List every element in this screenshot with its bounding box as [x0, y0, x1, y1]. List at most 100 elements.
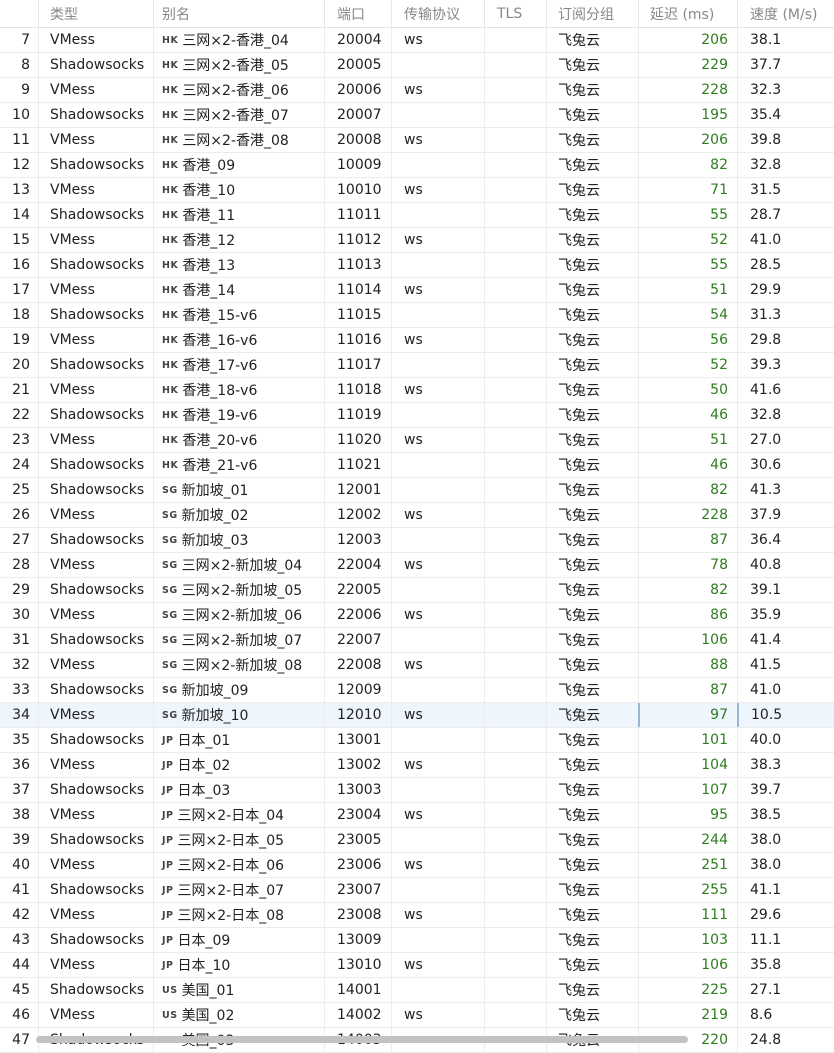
table-row[interactable]: 43 Shadowsocks JP 日本_09 13009 飞兔云 103 11.1 — [0, 928, 834, 953]
table-row[interactable]: 24 Shadowsocks HK 香港_21-v6 11021 飞兔云 46 30.6 — [0, 453, 834, 478]
region-flag-icon: JP — [162, 959, 174, 971]
table-row[interactable]: 22 Shadowsocks HK 香港_19-v6 11019 飞兔云 46 32.8 — [0, 403, 834, 428]
region-flag-icon: SG — [162, 659, 178, 671]
table-row[interactable]: 37 Shadowsocks JP 日本_03 13003 飞兔云 107 39.7 — [0, 778, 834, 803]
table-row[interactable]: 35 Shadowsocks JP 日本_01 13001 飞兔云 101 40.0 — [0, 728, 834, 753]
row-port: 11013 — [324, 253, 391, 277]
table-row[interactable]: 28 VMess SG 三网×2-新加坡_04 22004 ws 飞兔云 78 40.8 — [0, 553, 834, 578]
region-flag-icon: HK — [162, 59, 179, 71]
table-body: 7 VMess HK 三网×2-香港_04 20004 ws 飞兔云 206 38.1 8 Shad… — [0, 28, 834, 1053]
row-name-text: 香港_19-v6 — [182, 408, 258, 424]
table-row[interactable]: 21 VMess HK 香港_18-v6 11018 ws 飞兔云 50 41.6 — [0, 378, 834, 403]
row-network — [391, 453, 484, 477]
table-row[interactable]: 20 Shadowsocks HK 香港_17-v6 11017 飞兔云 52 39.3 — [0, 353, 834, 378]
table-row[interactable]: 7 VMess HK 三网×2-香港_04 20004 ws 飞兔云 206 38.1 — [0, 28, 834, 53]
row-network: ws — [391, 853, 484, 877]
table-row[interactable]: 32 VMess SG 三网×2-新加坡_08 22008 ws 飞兔云 88 41.5 — [0, 653, 834, 678]
row-tls — [484, 753, 546, 777]
col-header-port[interactable]: 端口 — [324, 0, 391, 27]
row-name-text: 三网×2-日本_05 — [177, 833, 285, 849]
horizontal-scrollbar[interactable] — [36, 1036, 688, 1043]
table-row[interactable]: 8 Shadowsocks HK 三网×2-香港_05 20005 飞兔云 229 37.7 — [0, 53, 834, 78]
col-header-index — [0, 0, 38, 27]
row-group: 飞兔云 — [546, 578, 638, 602]
col-header-name[interactable]: 别名 — [153, 0, 324, 27]
table-row[interactable]: 29 Shadowsocks SG 三网×2-新加坡_05 22005 飞兔云 82 39.1 — [0, 578, 834, 603]
table-row[interactable]: 31 Shadowsocks SG 三网×2-新加坡_07 22007 飞兔云 106 41.… — [0, 628, 834, 653]
table-row[interactable]: 26 VMess SG 新加坡_02 12002 ws 飞兔云 228 37.9 — [0, 503, 834, 528]
row-group: 飞兔云 — [546, 353, 638, 377]
row-name-text: 三网×2-香港_06 — [182, 83, 289, 99]
row-speed: 41.1 — [737, 878, 834, 902]
row-port: 11014 — [324, 278, 391, 302]
row-group: 飞兔云 — [546, 953, 638, 977]
table-row[interactable]: 33 Shadowsocks SG 新加坡_09 12009 飞兔云 87 41.0 — [0, 678, 834, 703]
col-header-group[interactable]: 订阅分组 — [546, 0, 638, 27]
table-row[interactable]: 17 VMess HK 香港_14 11014 ws 飞兔云 51 29.9 — [0, 278, 834, 303]
row-name: US 美国_02 — [153, 1003, 324, 1027]
row-latency: 195 — [638, 103, 737, 127]
table-row[interactable]: 15 VMess HK 香港_12 11012 ws 飞兔云 52 41.0 — [0, 228, 834, 253]
row-tls — [484, 478, 546, 502]
row-index: 31 — [12, 632, 30, 648]
row-network — [391, 203, 484, 227]
col-header-network[interactable]: 传输协议 — [391, 0, 484, 27]
table-row[interactable]: 36 VMess JP 日本_02 13002 ws 飞兔云 104 38.3 — [0, 753, 834, 778]
table-row[interactable]: 46 VMess US 美国_02 14002 ws 飞兔云 219 8.6 — [0, 1003, 834, 1028]
row-latency: 206 — [638, 28, 737, 52]
row-port: 11021 — [324, 453, 391, 477]
row-port: 22007 — [324, 628, 391, 652]
row-speed: 28.7 — [737, 203, 834, 227]
row-type: VMess — [38, 228, 153, 252]
region-flag-icon: JP — [162, 784, 174, 796]
table-row[interactable]: 41 Shadowsocks JP 三网×2-日本_07 23007 飞兔云 255 41.1 — [0, 878, 834, 903]
table-row[interactable]: 10 Shadowsocks HK 三网×2-香港_07 20007 飞兔云 195 35.4 — [0, 103, 834, 128]
table-row[interactable]: 25 Shadowsocks SG 新加坡_01 12001 飞兔云 82 41.3 — [0, 478, 834, 503]
table-row[interactable]: 38 VMess JP 三网×2-日本_04 23004 ws 飞兔云 95 38.5 — [0, 803, 834, 828]
table-row[interactable]: 16 Shadowsocks HK 香港_13 11013 飞兔云 55 28.5 — [0, 253, 834, 278]
col-header-type[interactable]: 类型 — [38, 0, 153, 27]
table-row[interactable]: 9 VMess HK 三网×2-香港_06 20006 ws 飞兔云 228 32.3 — [0, 78, 834, 103]
row-tls — [484, 928, 546, 952]
row-port: 14001 — [324, 978, 391, 1002]
row-index: 11 — [12, 132, 30, 148]
row-speed: 39.8 — [737, 128, 834, 152]
col-header-latency[interactable]: 延迟 (ms) — [638, 0, 737, 27]
row-type: Shadowsocks — [38, 353, 153, 377]
table-row[interactable]: 42 VMess JP 三网×2-日本_08 23008 ws 飞兔云 111 29.6 — [0, 903, 834, 928]
table-row[interactable]: 13 VMess HK 香港_10 10010 ws 飞兔云 71 31.5 — [0, 178, 834, 203]
row-name: SG 新加坡_02 — [153, 503, 324, 527]
row-latency: 50 — [638, 378, 737, 402]
row-group: 飞兔云 — [546, 928, 638, 952]
row-name-text: 香港_17-v6 — [182, 358, 258, 374]
table-row[interactable]: 18 Shadowsocks HK 香港_15-v6 11015 飞兔云 54 31.3 — [0, 303, 834, 328]
col-header-tls[interactable]: TLS — [484, 0, 546, 27]
table-row[interactable]: 11 VMess HK 三网×2-香港_08 20008 ws 飞兔云 206 39.8 — [0, 128, 834, 153]
row-tls — [484, 228, 546, 252]
row-speed: 37.7 — [737, 53, 834, 77]
row-port: 13001 — [324, 728, 391, 752]
row-type: Shadowsocks — [38, 253, 153, 277]
row-type: VMess — [38, 653, 153, 677]
row-latency: 87 — [638, 678, 737, 702]
row-tls — [484, 778, 546, 802]
col-header-speed[interactable]: 速度 (M/s) — [737, 0, 834, 27]
row-port: 20006 — [324, 78, 391, 102]
table-row[interactable]: 23 VMess HK 香港_20-v6 11020 ws 飞兔云 51 27.0 — [0, 428, 834, 453]
table-row[interactable]: 27 Shadowsocks SG 新加坡_03 12003 飞兔云 87 36.4 — [0, 528, 834, 553]
table-row[interactable]: 44 VMess JP 日本_10 13010 ws 飞兔云 106 35.8 — [0, 953, 834, 978]
row-group: 飞兔云 — [546, 603, 638, 627]
table-row[interactable]: 39 Shadowsocks JP 三网×2-日本_05 23005 飞兔云 244 38.0 — [0, 828, 834, 853]
table-row[interactable]: 19 VMess HK 香港_16-v6 11016 ws 飞兔云 56 29.8 — [0, 328, 834, 353]
row-name: SG 新加坡_01 — [153, 478, 324, 502]
row-port: 11012 — [324, 228, 391, 252]
table-row[interactable]: 14 Shadowsocks HK 香港_11 11011 飞兔云 55 28.7 — [0, 203, 834, 228]
row-speed: 28.5 — [737, 253, 834, 277]
row-port: 22008 — [324, 653, 391, 677]
table-row[interactable]: 30 VMess SG 三网×2-新加坡_06 22006 ws 飞兔云 86 35.9 — [0, 603, 834, 628]
table-row[interactable]: 34 VMess SG 新加坡_10 12010 ws 飞兔云 97 10.5 — [0, 703, 834, 728]
table-row[interactable]: 45 Shadowsocks US 美国_01 14001 飞兔云 225 27.1 — [0, 978, 834, 1003]
row-name: HK 香港_14 — [153, 278, 324, 302]
table-row[interactable]: 40 VMess JP 三网×2-日本_06 23006 ws 飞兔云 251 38.0 — [0, 853, 834, 878]
table-row[interactable]: 12 Shadowsocks HK 香港_09 10009 飞兔云 82 32.8 — [0, 153, 834, 178]
